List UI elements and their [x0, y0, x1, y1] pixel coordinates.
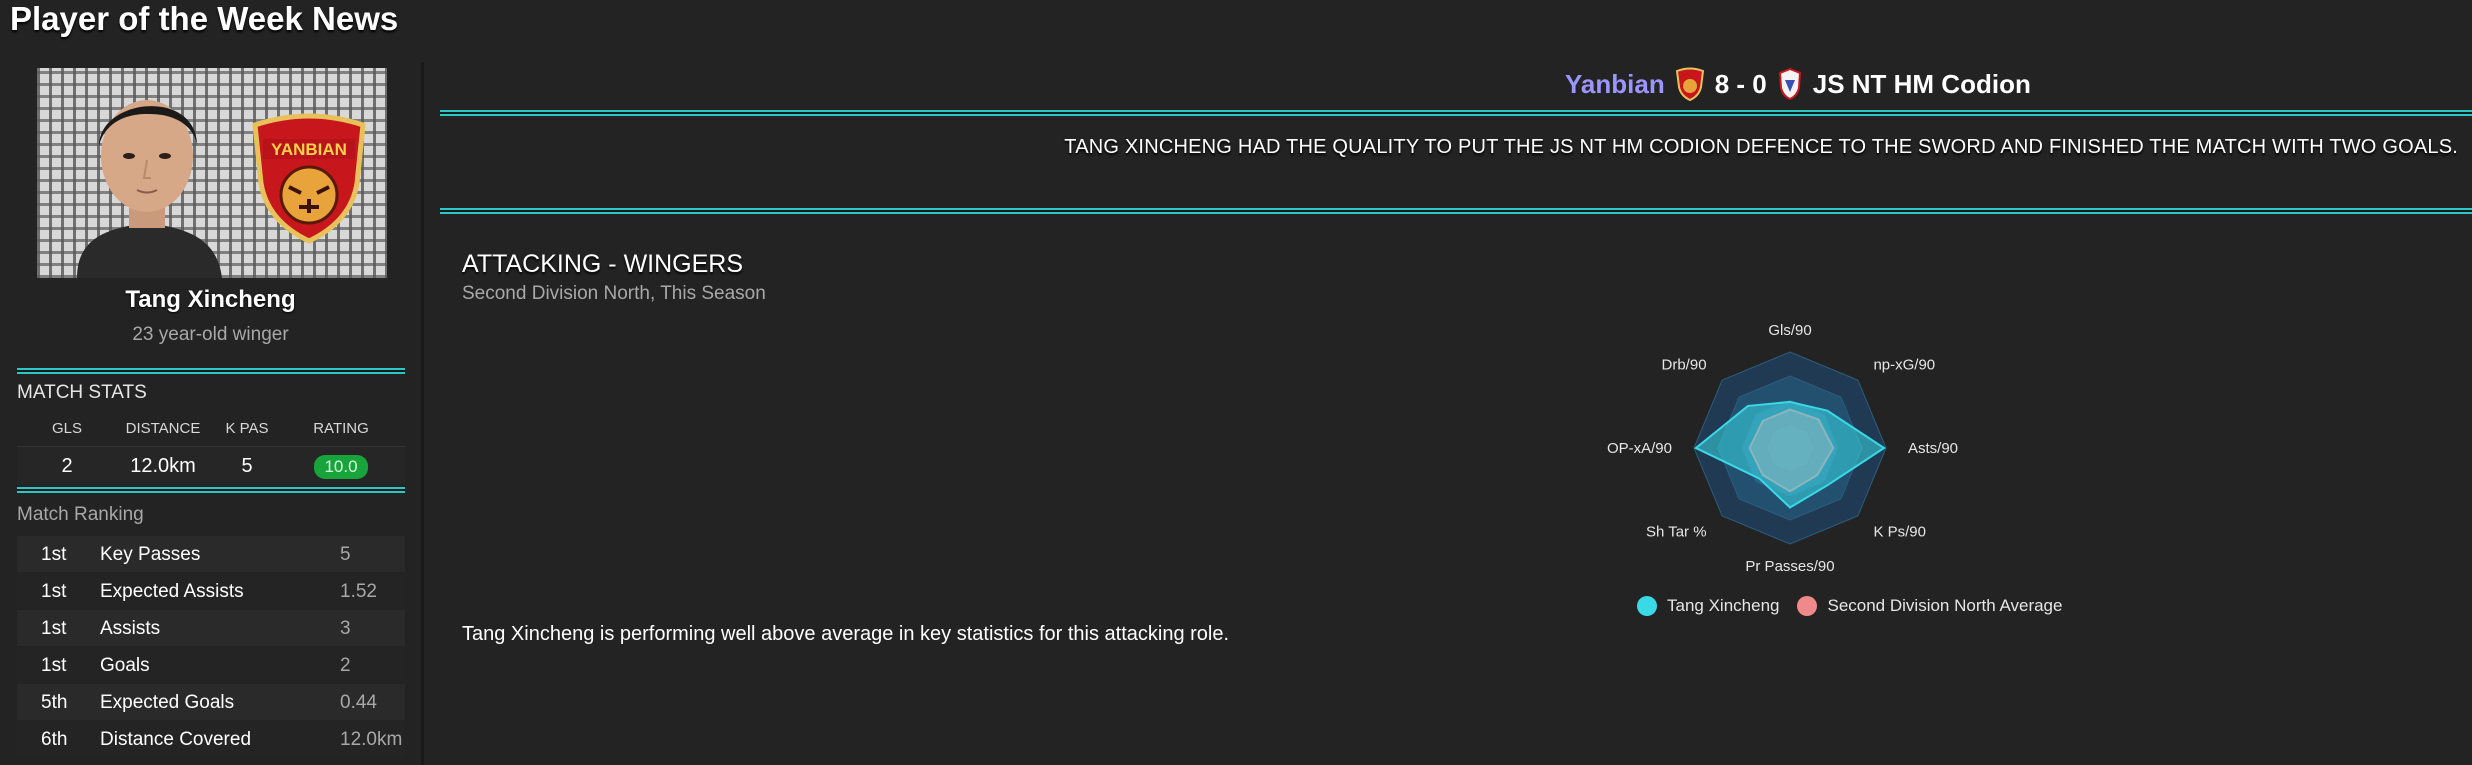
ranking-row[interactable]: 6th Distance Covered 12.0km [17, 721, 405, 757]
radar-axis-label: OP-xA/90 [1607, 440, 1672, 457]
distance-value: 12.0km [130, 455, 196, 477]
ranking-position: 1st [41, 581, 67, 602]
report-summary: Tang Xincheng is performing well above a… [462, 623, 1230, 645]
kpas-value: 5 [241, 455, 253, 477]
ranking-value: 12.0km [340, 729, 403, 750]
ranking-position: 6th [41, 729, 68, 750]
player-photo[interactable]: YANBIAN [37, 68, 387, 278]
player-name[interactable]: Tang Xincheng [0, 286, 421, 314]
radar-axis-label: Asts/90 [1908, 440, 1958, 457]
home-team-name[interactable]: Yanbian [1565, 69, 1665, 100]
chart-legend: Tang Xincheng Second Division North Aver… [1637, 594, 2080, 618]
ranking-value: 2 [340, 655, 351, 676]
ranking-row[interactable]: 1st Expected Assists 1.52 [17, 573, 405, 609]
ranking-row[interactable]: 5th Expected Goals 0.44 [17, 684, 405, 720]
report-subtitle: Second Division North, This Season [462, 283, 766, 304]
ranking-value: 5 [340, 544, 351, 565]
news-screen: Player of the Week News YANBIAN Tang Xin… [0, 0, 2472, 765]
radar-axis-label: Gls/90 [1768, 322, 1811, 339]
news-headline: TANG XINCHENG HAD THE QUALITY TO PUT THE… [1064, 136, 2458, 158]
header-rating: RATING [313, 420, 369, 437]
radar-axis-label: K Ps/90 [1873, 523, 1926, 540]
gls-value: 2 [61, 455, 73, 477]
radar-chart[interactable]: Gls/90 np-xG/90 Asts/90 K Ps/90 Pr Passes/90… [1580, 315, 2000, 585]
radar-axis-label: np-xG/90 [1873, 357, 1935, 374]
rating-badge: 10.0 [314, 455, 368, 479]
ranking-value: 3 [340, 618, 351, 639]
ranking-stat: Goals [100, 655, 150, 676]
ranking-position: 1st [41, 544, 67, 565]
divider [440, 208, 2472, 214]
ranking-row[interactable]: 1st Key Passes 5 [17, 536, 405, 572]
away-team-badge-icon [1778, 68, 1801, 100]
legend-item[interactable]: Second Division North Average [1797, 596, 2062, 616]
ranking-row[interactable]: 1st Goals 2 [17, 647, 405, 683]
radar-axis-label: Pr Passes/90 [1745, 558, 1834, 575]
divider [440, 110, 2472, 116]
legend-swatch [1797, 596, 1818, 616]
match-stats-row: 2 12.0km 5 10.0 [17, 446, 405, 484]
divider [17, 487, 405, 493]
match-ranking-title: Match Ranking [17, 504, 144, 525]
legend-swatch [1637, 596, 1657, 616]
match-stats-title: MATCH STATS [17, 382, 147, 403]
ranking-position: 5th [41, 692, 68, 713]
player-panel: YANBIAN Tang Xincheng 23 year-old winger… [0, 62, 421, 765]
header-distance: DISTANCE [125, 420, 201, 437]
panel-divider [421, 62, 424, 765]
radar-axis-label: Sh Tar % [1646, 523, 1707, 540]
ranking-stat: Expected Assists [100, 581, 244, 602]
home-team-badge-icon [1675, 67, 1704, 101]
player-portrait [77, 100, 222, 278]
ranking-stat: Assists [100, 618, 161, 639]
legend-label: Second Division North Average [1827, 596, 2063, 615]
match-score: 8 - 0 [1714, 68, 1767, 99]
ranking-position: 1st [41, 618, 67, 639]
ranking-stat: Expected Goals [100, 692, 235, 713]
away-team-name[interactable]: JS NT HM Codion [1813, 69, 2031, 100]
player-description: 23 year-old winger [132, 324, 289, 345]
page-title: Player of the Week News [10, 0, 399, 37]
header-gls: GLS [51, 420, 82, 437]
ranking-stat: Key Passes [100, 544, 201, 565]
ranking-value: 1.52 [340, 581, 377, 602]
divider [17, 368, 405, 374]
legend-item[interactable]: Tang Xincheng [1637, 596, 1779, 616]
ranking-position: 1st [41, 655, 67, 676]
svg-text:YANBIAN: YANBIAN [271, 140, 347, 159]
ranking-stat: Distance Covered [100, 729, 252, 750]
legend-label: Tang Xincheng [1667, 596, 1780, 615]
header-kpas: K PAS [225, 420, 269, 437]
match-score-line[interactable]: Yanbian 8 - 0 JS NT HM Codion [1565, 66, 2031, 102]
club-badge: YANBIAN [252, 113, 366, 244]
report-title: ATTACKING - WINGERS [462, 250, 744, 278]
ranking-value: 0.44 [340, 692, 377, 713]
ranking-row[interactable]: 1st Assists 3 [17, 610, 405, 646]
match-stats-header: GLS DISTANCE K PAS RATING [17, 420, 405, 444]
radar-axis-label: Drb/90 [1662, 357, 1707, 374]
